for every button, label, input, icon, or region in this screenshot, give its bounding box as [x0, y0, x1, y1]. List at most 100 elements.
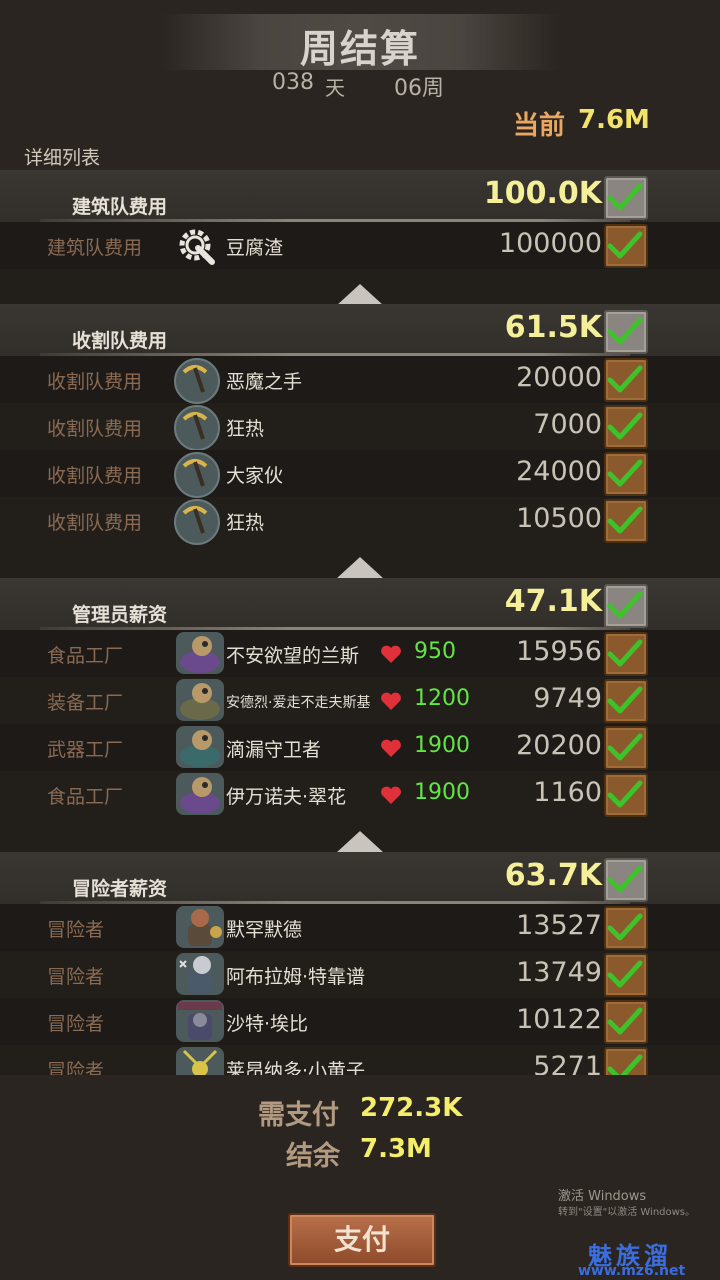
adventurer-portrait-icon: [176, 1000, 224, 1042]
section-title: 冒险者薪资: [72, 878, 168, 900]
pay-button[interactable]: 支付: [288, 1213, 436, 1267]
list-item[interactable]: 冒险者 阿布拉姆·特靠谱 13749: [0, 951, 720, 998]
row-category: 建筑队费用: [47, 237, 143, 259]
checkmark-icon: [607, 913, 643, 941]
row-category: 冒险者: [47, 966, 105, 988]
amount-due-label: 需支付: [258, 1100, 339, 1131]
list-item[interactable]: 食品工厂 不安欲望的兰斯 950 15956: [0, 630, 720, 677]
row-check-toggle[interactable]: [604, 679, 648, 723]
row-name: 默罕默德: [226, 919, 303, 941]
section-header-construction[interactable]: 建筑队费用 100.0K: [0, 170, 720, 226]
collapse-arrow[interactable]: [336, 284, 384, 306]
section-header-adventurers[interactable]: 冒险者薪资 63.7K: [0, 852, 720, 908]
list-item[interactable]: 收割队费用 狂热 7000: [0, 403, 720, 451]
row-name: 狂热: [226, 418, 265, 440]
section-header-harvest[interactable]: 收割队费用 61.5K: [0, 304, 720, 360]
row-category: 武器工厂: [47, 739, 124, 761]
section-title: 建筑队费用: [72, 196, 168, 218]
row-check-toggle[interactable]: [604, 358, 648, 402]
row-amount: 20000: [516, 362, 602, 393]
row-category: 装备工厂: [47, 692, 124, 714]
list-item[interactable]: 冒险者 莱昂纳多·小黄子 5271: [0, 1045, 720, 1075]
row-check-toggle[interactable]: [604, 1047, 648, 1075]
checkmark-icon: [607, 686, 643, 714]
manager-portrait-icon: [176, 726, 224, 768]
row-category: 冒险者: [47, 919, 105, 941]
checkmark-icon: [607, 183, 643, 211]
list-item[interactable]: 武器工厂 滴漏守卫者 1900 20200: [0, 724, 720, 771]
section-header-managers[interactable]: 管理员薪资 47.1K: [0, 578, 720, 634]
checkmark-icon: [607, 780, 643, 808]
heart-icon: [381, 739, 401, 757]
row-check-toggle[interactable]: [604, 773, 648, 817]
row-name: 不安欲望的兰斯: [226, 645, 360, 667]
row-name: 豆腐渣: [226, 237, 284, 259]
pickaxe-icon: [174, 499, 220, 545]
row-amount: 24000: [516, 456, 602, 487]
amount-due-value: 272.3K: [360, 1093, 463, 1123]
list-item[interactable]: 冒险者 沙特·埃比 10122: [0, 998, 720, 1045]
collapse-arrow[interactable]: [336, 557, 384, 579]
row-check-toggle[interactable]: [604, 1000, 648, 1044]
expense-list[interactable]: 建筑队费用 100.0K 建筑队费用 豆腐渣 100000 收割队费用 61.5…: [0, 170, 720, 1075]
day-number: 038: [272, 70, 314, 95]
manager-portrait-icon: [176, 679, 224, 721]
checkmark-icon: [607, 412, 643, 440]
checkmark-icon: [607, 231, 643, 259]
checkmark-icon: [607, 639, 643, 667]
checkmark-icon: [607, 506, 643, 534]
row-amount: 15956: [516, 636, 602, 667]
row-amount: 20200: [516, 730, 602, 761]
list-item[interactable]: 收割队费用 狂热 10500: [0, 497, 720, 545]
row-category: 收割队费用: [47, 465, 143, 487]
current-balance-value: 7.6M: [578, 105, 650, 135]
row-name: 阿布拉姆·特靠谱: [226, 966, 366, 988]
list-item[interactable]: 建筑队费用 豆腐渣 100000: [0, 222, 720, 269]
row-check-toggle[interactable]: [604, 726, 648, 770]
section-total: 100.0K: [483, 176, 602, 211]
list-item[interactable]: 收割队费用 大家伙 24000: [0, 450, 720, 498]
row-name: 大家伙: [226, 465, 284, 487]
row-check-toggle[interactable]: [604, 452, 648, 496]
row-category: 冒险者: [47, 1013, 105, 1035]
collapse-arrow[interactable]: [336, 831, 384, 853]
row-name: 莱昂纳多·小黄子: [226, 1060, 366, 1075]
windows-activation-notice: 激活 Windows: [558, 1189, 647, 1204]
row-category: 食品工厂: [47, 645, 124, 667]
row-check-toggle[interactable]: [604, 906, 648, 950]
row-check-toggle[interactable]: [604, 224, 648, 268]
row-salary: 1900: [414, 780, 470, 805]
list-item[interactable]: 冒险者 默罕默德 13527: [0, 904, 720, 951]
section-total: 61.5K: [504, 310, 602, 345]
row-salary: 950: [414, 639, 456, 664]
page-title: 周结算: [299, 27, 420, 71]
row-amount: 100000: [498, 228, 602, 259]
row-name: 伊万诺夫·翠花: [226, 786, 347, 808]
list-item[interactable]: 装备工厂 安德烈·爱走不走夫斯基 1200 9749: [0, 677, 720, 724]
row-check-toggle[interactable]: [604, 405, 648, 449]
row-amount: 1160: [533, 777, 602, 808]
row-name: 滴漏守卫者: [226, 739, 322, 761]
section-check-toggle[interactable]: [604, 310, 648, 354]
list-item[interactable]: 收割队费用 恶魔之手 20000: [0, 356, 720, 404]
row-amount: 13527: [516, 910, 602, 941]
row-amount: 10122: [516, 1004, 602, 1035]
wrench-gear-icon: [174, 224, 216, 266]
row-check-toggle[interactable]: [604, 499, 648, 543]
section-check-toggle[interactable]: [604, 858, 648, 902]
row-category: 收割队费用: [47, 418, 143, 440]
section-total: 47.1K: [504, 584, 602, 619]
row-check-toggle[interactable]: [604, 632, 648, 676]
row-name: 安德烈·爱走不走夫斯基: [226, 695, 371, 711]
list-item[interactable]: 食品工厂 伊万诺夫·翠花 1900 1160: [0, 771, 720, 818]
row-name: 恶魔之手: [226, 371, 303, 393]
day-unit: 天: [325, 76, 345, 100]
section-check-toggle[interactable]: [604, 584, 648, 628]
row-check-toggle[interactable]: [604, 953, 648, 997]
row-amount: 7000: [533, 409, 602, 440]
checkmark-icon: [607, 365, 643, 393]
checkmark-icon: [607, 317, 643, 345]
section-check-toggle[interactable]: [604, 176, 648, 220]
checkmark-icon: [607, 459, 643, 487]
balance-value: 7.3M: [360, 1134, 432, 1164]
